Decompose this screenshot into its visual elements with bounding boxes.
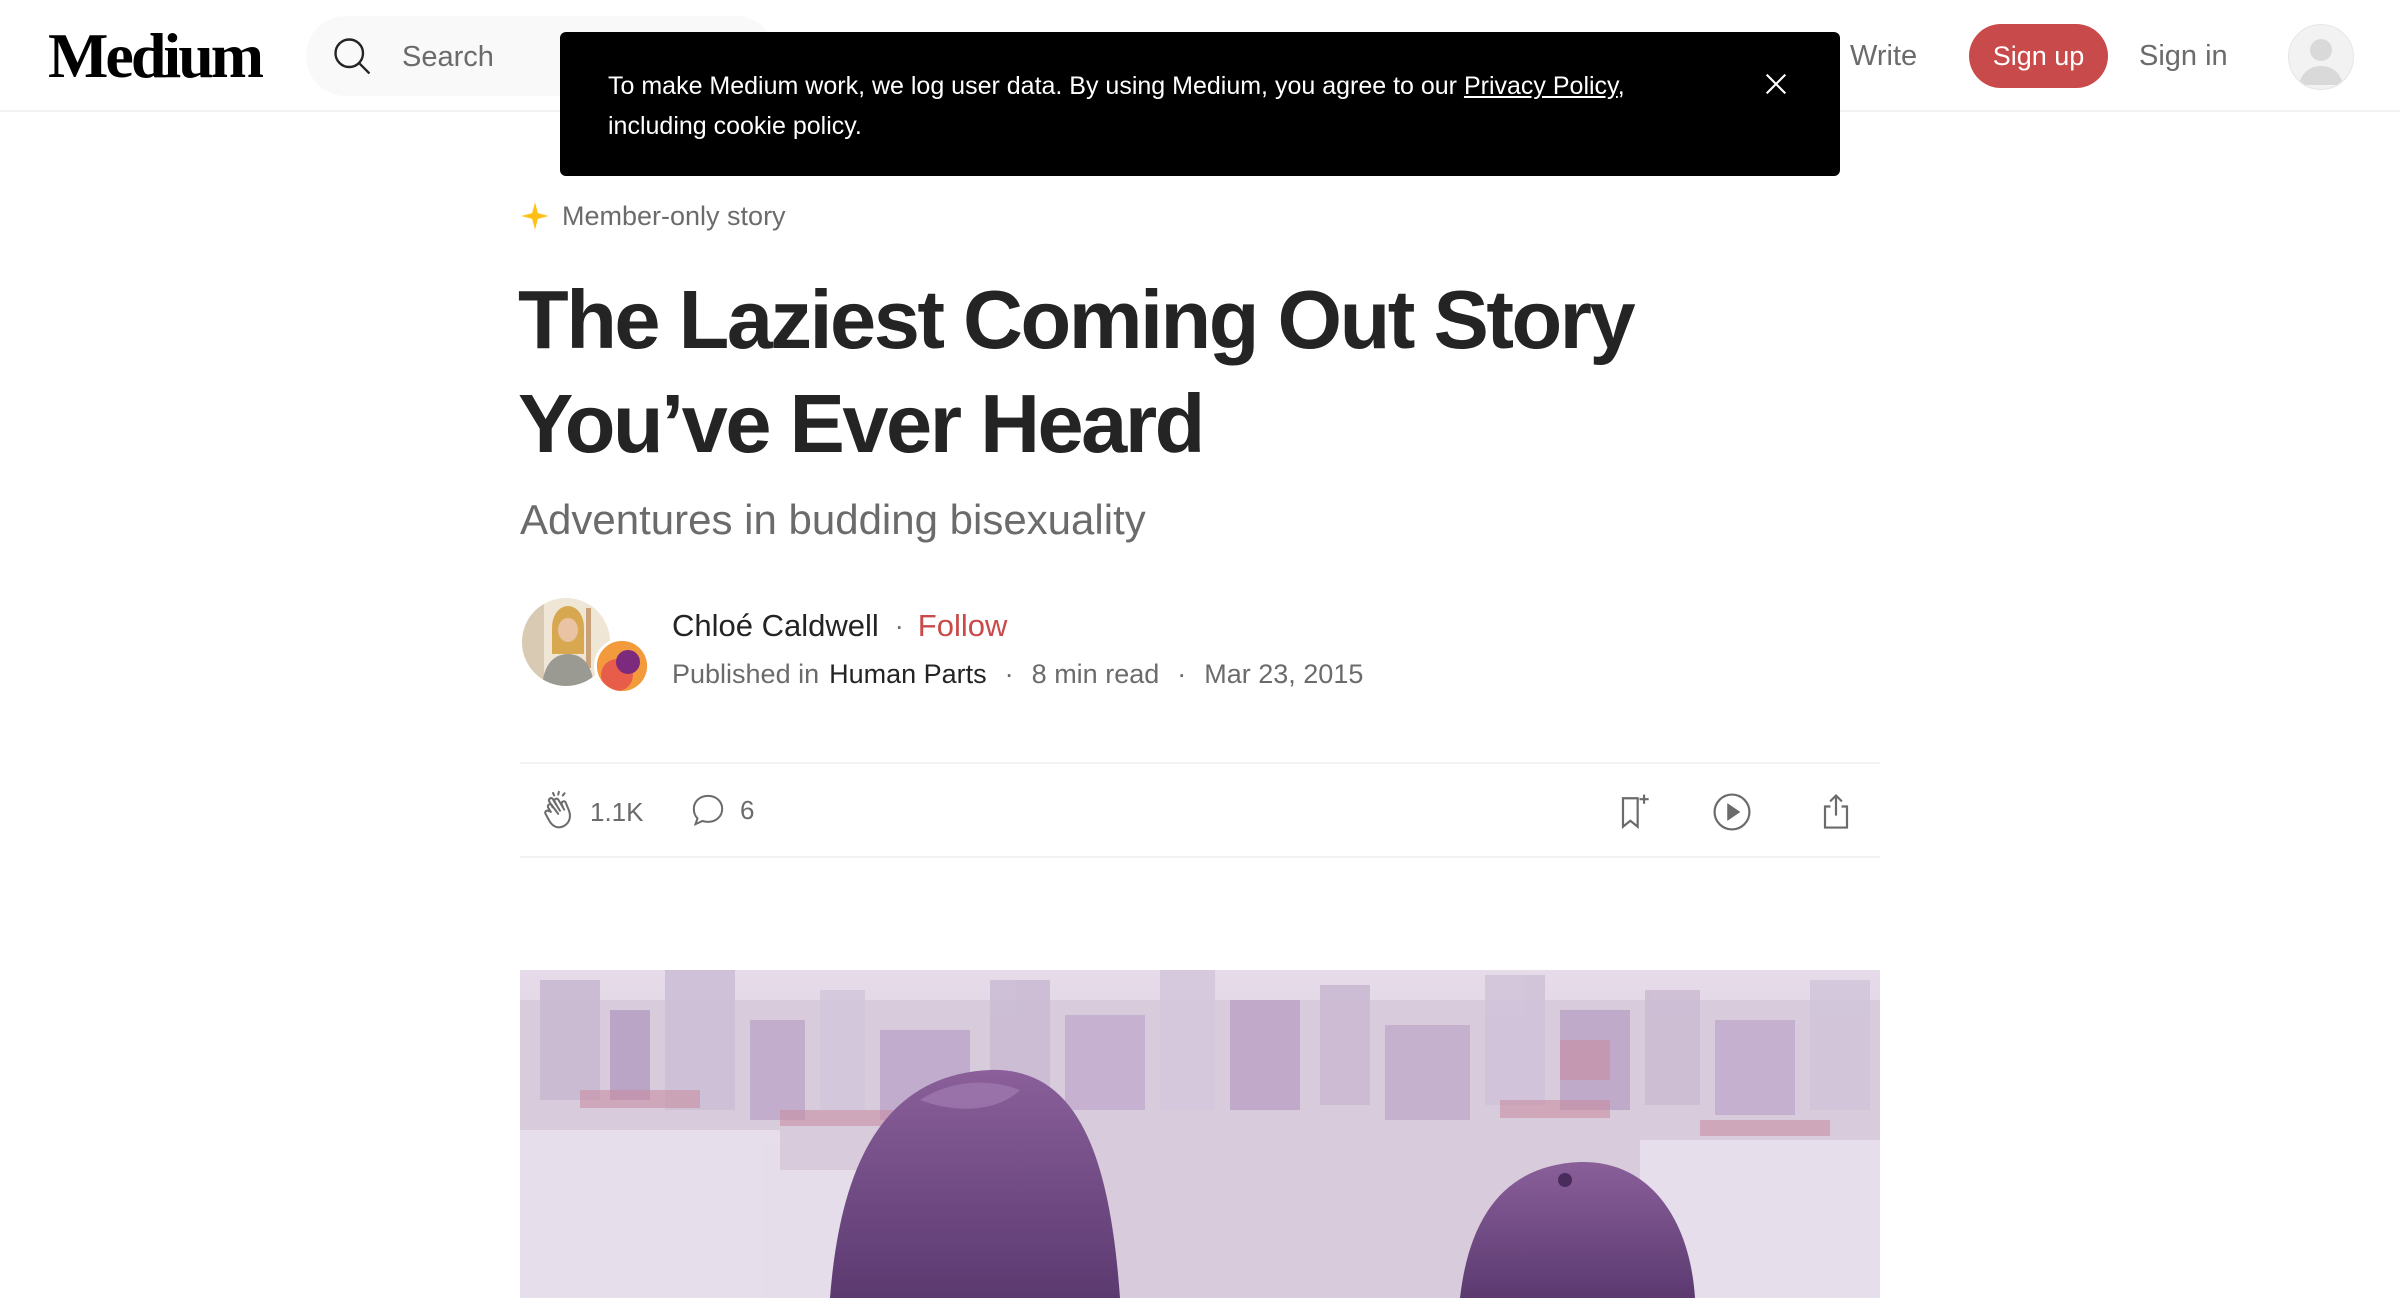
article-meta: Published in Human Parts · 8 min read · … bbox=[672, 654, 1363, 694]
follow-button[interactable]: Follow bbox=[918, 608, 1008, 644]
separator-dot: · bbox=[894, 610, 904, 641]
cookie-text-part: To make Medium work, we log user data. B… bbox=[608, 72, 1464, 100]
play-icon[interactable] bbox=[1710, 790, 1754, 834]
member-only-badge: Member-only story bbox=[520, 196, 786, 236]
read-time: 8 min read bbox=[1031, 658, 1160, 689]
publication-link[interactable]: Human Parts bbox=[829, 659, 987, 690]
responses-button[interactable]: 6 bbox=[688, 790, 754, 830]
published-in-label: Published in bbox=[672, 658, 820, 689]
sign-in-link[interactable]: Sign in bbox=[2139, 36, 2228, 76]
cookie-banner: To make Medium work, we log user data. B… bbox=[560, 32, 1840, 176]
bookmark-icon[interactable] bbox=[1612, 790, 1656, 834]
human-parts-logo bbox=[597, 641, 647, 691]
star-icon bbox=[521, 202, 549, 230]
sign-up-button[interactable]: Sign up bbox=[1969, 24, 2108, 88]
article-title: The Laziest Coming Out Story You’ve Ever… bbox=[518, 273, 1636, 470]
close-icon[interactable] bbox=[1760, 68, 1792, 100]
search-icon bbox=[334, 38, 371, 75]
publication-avatar[interactable] bbox=[594, 638, 650, 694]
clap-icon bbox=[544, 790, 571, 829]
privacy-policy-link[interactable]: Privacy Policy bbox=[1464, 72, 1618, 100]
action-bar: 1.1K 6 bbox=[520, 762, 1880, 858]
response-icon bbox=[692, 794, 724, 827]
cookie-message: To make Medium work, we log user data. B… bbox=[608, 66, 1678, 146]
article-hero-image bbox=[520, 970, 1880, 1298]
share-icon[interactable] bbox=[1814, 790, 1858, 834]
separator-dot: · bbox=[1177, 658, 1187, 689]
city-rooftop-photo bbox=[520, 970, 1880, 1298]
response-count: 6 bbox=[740, 794, 755, 825]
user-silhouette bbox=[2299, 39, 2343, 85]
clap-button[interactable]: 1.1K bbox=[538, 790, 644, 834]
clap-count: 1.1K bbox=[590, 796, 644, 827]
author-name[interactable]: Chloé Caldwell bbox=[672, 608, 879, 644]
author-line: Chloé Caldwell · Follow bbox=[672, 606, 1007, 646]
article-subtitle: Adventures in budding bisexuality bbox=[520, 496, 1146, 543]
medium-logo[interactable]: Medium bbox=[48, 22, 264, 90]
member-only-label: Member-only story bbox=[562, 200, 786, 231]
user-avatar-icon[interactable] bbox=[2288, 24, 2354, 90]
write-label: Write bbox=[1850, 39, 1918, 72]
separator-dot: · bbox=[1004, 658, 1014, 689]
publish-date: Mar 23, 2015 bbox=[1204, 658, 1364, 689]
